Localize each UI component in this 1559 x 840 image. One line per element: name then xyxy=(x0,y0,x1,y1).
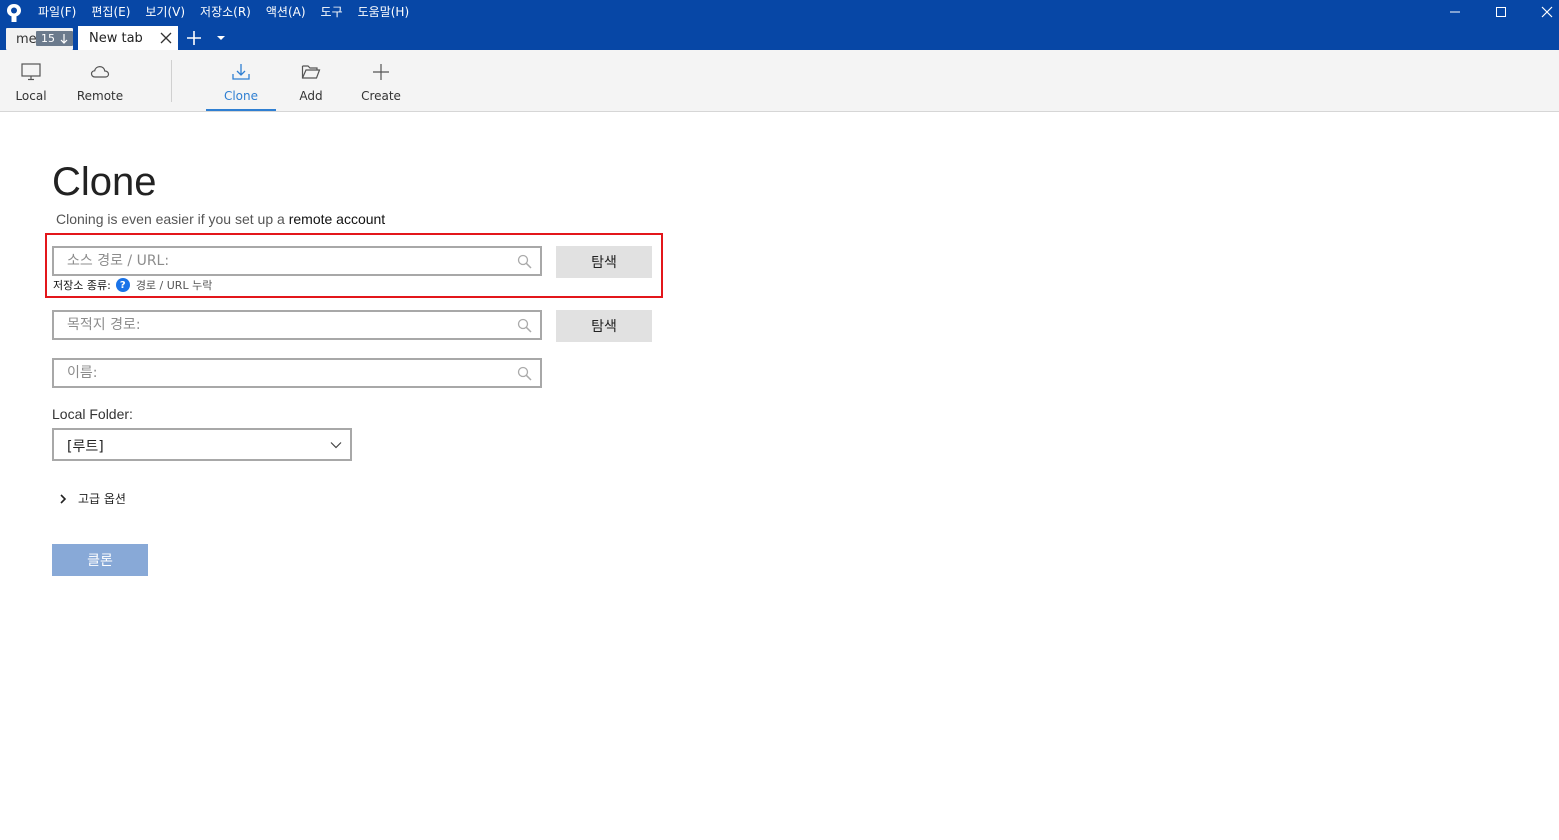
download-icon xyxy=(232,64,250,80)
source-url-field[interactable] xyxy=(52,246,542,276)
clone-button[interactable]: 클론 xyxy=(52,544,148,576)
app-logo-icon xyxy=(7,4,21,22)
close-tab-icon[interactable] xyxy=(160,32,172,44)
toolbar: Local Remote Clone Add Create xyxy=(0,50,1559,112)
tool-remote-label: Remote xyxy=(76,89,124,103)
remote-account-link[interactable]: remote account xyxy=(289,211,386,227)
menu-view[interactable]: 보기(V) xyxy=(145,3,185,20)
tab-repository-name: me xyxy=(16,32,37,47)
maximize-icon xyxy=(1496,7,1506,17)
repository-type: 저장소 종류: ? 경로 / URL 누락 xyxy=(53,277,212,293)
chevron-down-icon xyxy=(330,442,342,449)
local-folder-value: [루트] xyxy=(67,439,104,455)
local-folder-select[interactable]: [루트] xyxy=(52,428,352,461)
name-field[interactable] xyxy=(52,358,542,388)
tab-list-dropdown-icon[interactable] xyxy=(217,36,225,40)
add-tab-icon[interactable] xyxy=(186,30,202,46)
menu-bar: 파일(F) 편집(E) 보기(V) 저장소(R) 액션(A) 도구 도움말(H) xyxy=(38,0,424,22)
tool-remote[interactable]: Remote xyxy=(65,50,135,111)
menu-actions[interactable]: 액션(A) xyxy=(266,3,306,20)
destination-path-field[interactable] xyxy=(52,310,542,340)
tab-bar: me 15 New tab xyxy=(0,26,1559,50)
cloud-icon xyxy=(90,65,110,78)
repository-type-label: 저장소 종류: xyxy=(53,279,111,292)
tool-add[interactable]: Add xyxy=(276,50,346,111)
search-icon xyxy=(517,366,532,381)
tool-clone-label: Clone xyxy=(223,89,259,103)
maximize-button[interactable] xyxy=(1478,0,1524,24)
browse-destination-button[interactable]: 탐색 xyxy=(556,310,652,342)
tool-local-label: Local xyxy=(15,89,47,103)
repository-type-value: 경로 / URL 누락 xyxy=(135,279,213,292)
page-title: Clone xyxy=(52,160,157,204)
minimize-button[interactable] xyxy=(1432,0,1478,24)
search-icon xyxy=(517,318,532,333)
menu-edit[interactable]: 편집(E) xyxy=(91,3,130,20)
toolbar-separator xyxy=(171,60,172,102)
subtitle: Cloning is even easier if you set up a r… xyxy=(56,211,385,227)
menu-help[interactable]: 도움말(H) xyxy=(358,3,410,20)
menu-repository[interactable]: 저장소(R) xyxy=(200,3,251,20)
name-input[interactable] xyxy=(54,360,509,386)
tab-repository[interactable]: me 15 xyxy=(6,28,73,50)
arrow-down-icon xyxy=(60,33,68,44)
minimize-icon xyxy=(1450,11,1460,13)
tool-create-label: Create xyxy=(361,89,401,103)
close-icon xyxy=(1541,6,1553,18)
tool-local[interactable]: Local xyxy=(0,50,66,111)
advanced-options-toggle[interactable]: 고급 옵션 xyxy=(58,490,126,507)
search-icon xyxy=(517,254,532,269)
folder-open-icon xyxy=(301,65,321,79)
tab-new[interactable]: New tab xyxy=(78,26,178,50)
tool-clone[interactable]: Clone xyxy=(206,50,276,111)
advanced-options-label: 고급 옵션 xyxy=(78,492,126,506)
menu-file[interactable]: 파일(F) xyxy=(38,3,76,20)
chevron-right-icon xyxy=(60,493,67,504)
pull-count-badge: 15 xyxy=(36,31,73,46)
tool-add-label: Add xyxy=(299,89,323,103)
menu-tools[interactable]: 도구 xyxy=(321,3,343,20)
help-icon[interactable]: ? xyxy=(115,278,130,292)
subtitle-text: Cloning is even easier if you set up a xyxy=(56,211,289,227)
tool-create[interactable]: Create xyxy=(346,50,416,111)
source-url-input[interactable] xyxy=(54,248,509,274)
close-window-button[interactable] xyxy=(1524,0,1559,24)
tab-new-label: New tab xyxy=(89,31,143,46)
destination-path-input[interactable] xyxy=(54,312,509,338)
monitor-icon xyxy=(21,63,41,81)
plus-icon xyxy=(373,64,389,80)
title-bar: 파일(F) 편집(E) 보기(V) 저장소(R) 액션(A) 도구 도움말(H) xyxy=(0,0,1559,26)
local-folder-label: Local Folder: xyxy=(52,406,133,422)
pull-count: 15 xyxy=(41,32,55,45)
browse-source-button[interactable]: 탐색 xyxy=(556,246,652,278)
